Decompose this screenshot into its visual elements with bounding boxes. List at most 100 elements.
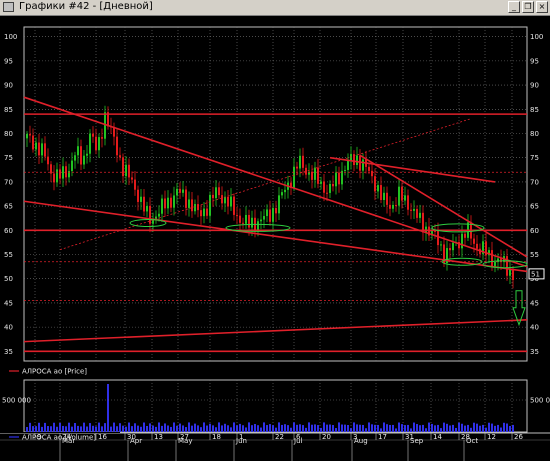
- candle-body: [251, 217, 253, 228]
- window-titlebar: Графики #42 - [Дневной] _ ❐ ×: [0, 0, 550, 16]
- volume-bar: [272, 425, 274, 432]
- volume-bar: [245, 427, 247, 432]
- volume-bar: [287, 425, 289, 432]
- volume-legend-label: АЛРОСА ао [Volume]: [22, 434, 96, 442]
- volume-bar: [398, 422, 400, 432]
- candle-body: [41, 143, 43, 156]
- y-tick-label-right: 80: [530, 130, 539, 138]
- volume-bar: [80, 426, 82, 432]
- candle-body: [299, 155, 301, 169]
- candle-body: [128, 164, 130, 178]
- volume-bar: [497, 424, 499, 432]
- candle-body: [200, 210, 202, 217]
- y-tick-label-left: 60: [4, 227, 13, 235]
- candle-body: [329, 183, 331, 193]
- volume-bar: [179, 423, 181, 432]
- y-tick-label-left: 90: [4, 82, 13, 90]
- chart-area[interactable]: 100 100 95 95 90 90 85 85 80 80 75 75 70 70 65 65 60 60 55…: [0, 15, 550, 461]
- volume-bar: [434, 425, 436, 432]
- candle-body: [296, 166, 298, 169]
- x-month-label: Oct: [466, 437, 478, 445]
- volume-bar: [203, 422, 205, 432]
- candle-body: [143, 196, 145, 212]
- volume-bar: [332, 425, 334, 432]
- candle-body: [401, 186, 403, 201]
- trend-line: [23, 319, 528, 343]
- y-tick-label-right: 100: [530, 33, 543, 41]
- candle-body: [293, 166, 295, 188]
- volume-bar: [128, 422, 130, 432]
- candle-body: [95, 136, 97, 151]
- volume-bar: [350, 428, 352, 432]
- volume-bar: [41, 426, 43, 432]
- volume-bar: [176, 425, 178, 432]
- x-month-label: Aug: [354, 437, 368, 445]
- candle-body: [98, 137, 100, 151]
- candle-body: [338, 172, 340, 185]
- candle-body: [206, 208, 208, 216]
- volume-bar: [395, 428, 397, 432]
- volume-bar: [281, 424, 283, 432]
- x-month-label: Jul: [293, 437, 303, 445]
- volume-bar: [482, 424, 484, 432]
- candle-body: [134, 179, 136, 190]
- volume-bar: [113, 422, 115, 432]
- volume-bar: [188, 422, 190, 432]
- candle-body: [278, 195, 280, 214]
- candle-body: [314, 167, 316, 180]
- candle-body: [83, 155, 85, 165]
- y-tick-label-right: 70: [530, 178, 539, 186]
- volume-bar: [47, 426, 49, 432]
- candle-body: [167, 197, 169, 209]
- candle-body: [356, 155, 358, 166]
- volume-bar: [86, 426, 88, 432]
- volume-bar: [131, 426, 133, 432]
- volume-bar: [308, 422, 310, 432]
- volume-bar: [98, 422, 100, 432]
- volume-series: [26, 384, 514, 432]
- volume-bar: [476, 423, 478, 432]
- close-button[interactable]: ×: [536, 1, 548, 13]
- volume-bar: [425, 428, 427, 432]
- last-price-label: 51: [531, 270, 540, 278]
- candle-body: [374, 176, 376, 192]
- y-tick-label-left: 65: [4, 203, 13, 211]
- volume-bar: [236, 425, 238, 432]
- volume-bar: [488, 422, 490, 432]
- volume-bar: [89, 423, 91, 432]
- volume-bar: [119, 423, 121, 432]
- volume-bar: [311, 424, 313, 432]
- volume-bar: [446, 423, 448, 432]
- volume-bar: [371, 424, 373, 432]
- candle-body: [215, 187, 217, 199]
- volume-bar: [50, 426, 52, 432]
- volume-bar: [71, 426, 73, 432]
- volume-bar: [509, 425, 511, 432]
- candle-body: [317, 167, 319, 184]
- candle-body: [119, 155, 121, 158]
- chart-window-icon: [3, 2, 14, 12]
- volume-bar: [92, 425, 94, 432]
- y-tick-label-right: 55: [530, 251, 539, 259]
- volume-bar: [443, 422, 445, 432]
- minimize-button[interactable]: _: [508, 1, 520, 13]
- volume-bar: [197, 425, 199, 432]
- y-tick-label-left: 40: [4, 324, 13, 332]
- y-tick-label-right: 85: [530, 106, 539, 114]
- candle-body: [80, 146, 82, 165]
- volume-bar: [455, 427, 457, 432]
- volume-bar: [452, 424, 454, 432]
- x-day-label: 14: [433, 433, 442, 441]
- candle-body: [125, 164, 127, 177]
- marker-ellipse: [129, 219, 167, 228]
- volume-bar: [230, 427, 232, 432]
- volume-bar: [239, 423, 241, 432]
- candle-body: [473, 238, 475, 244]
- volume-bar: [317, 425, 319, 432]
- restore-button[interactable]: ❐: [522, 1, 534, 13]
- candle-body: [71, 160, 73, 172]
- candle-body: [35, 142, 37, 150]
- volume-bar: [380, 428, 382, 432]
- volume-bar: [32, 426, 34, 432]
- y-tick-label-right: 65: [530, 203, 539, 211]
